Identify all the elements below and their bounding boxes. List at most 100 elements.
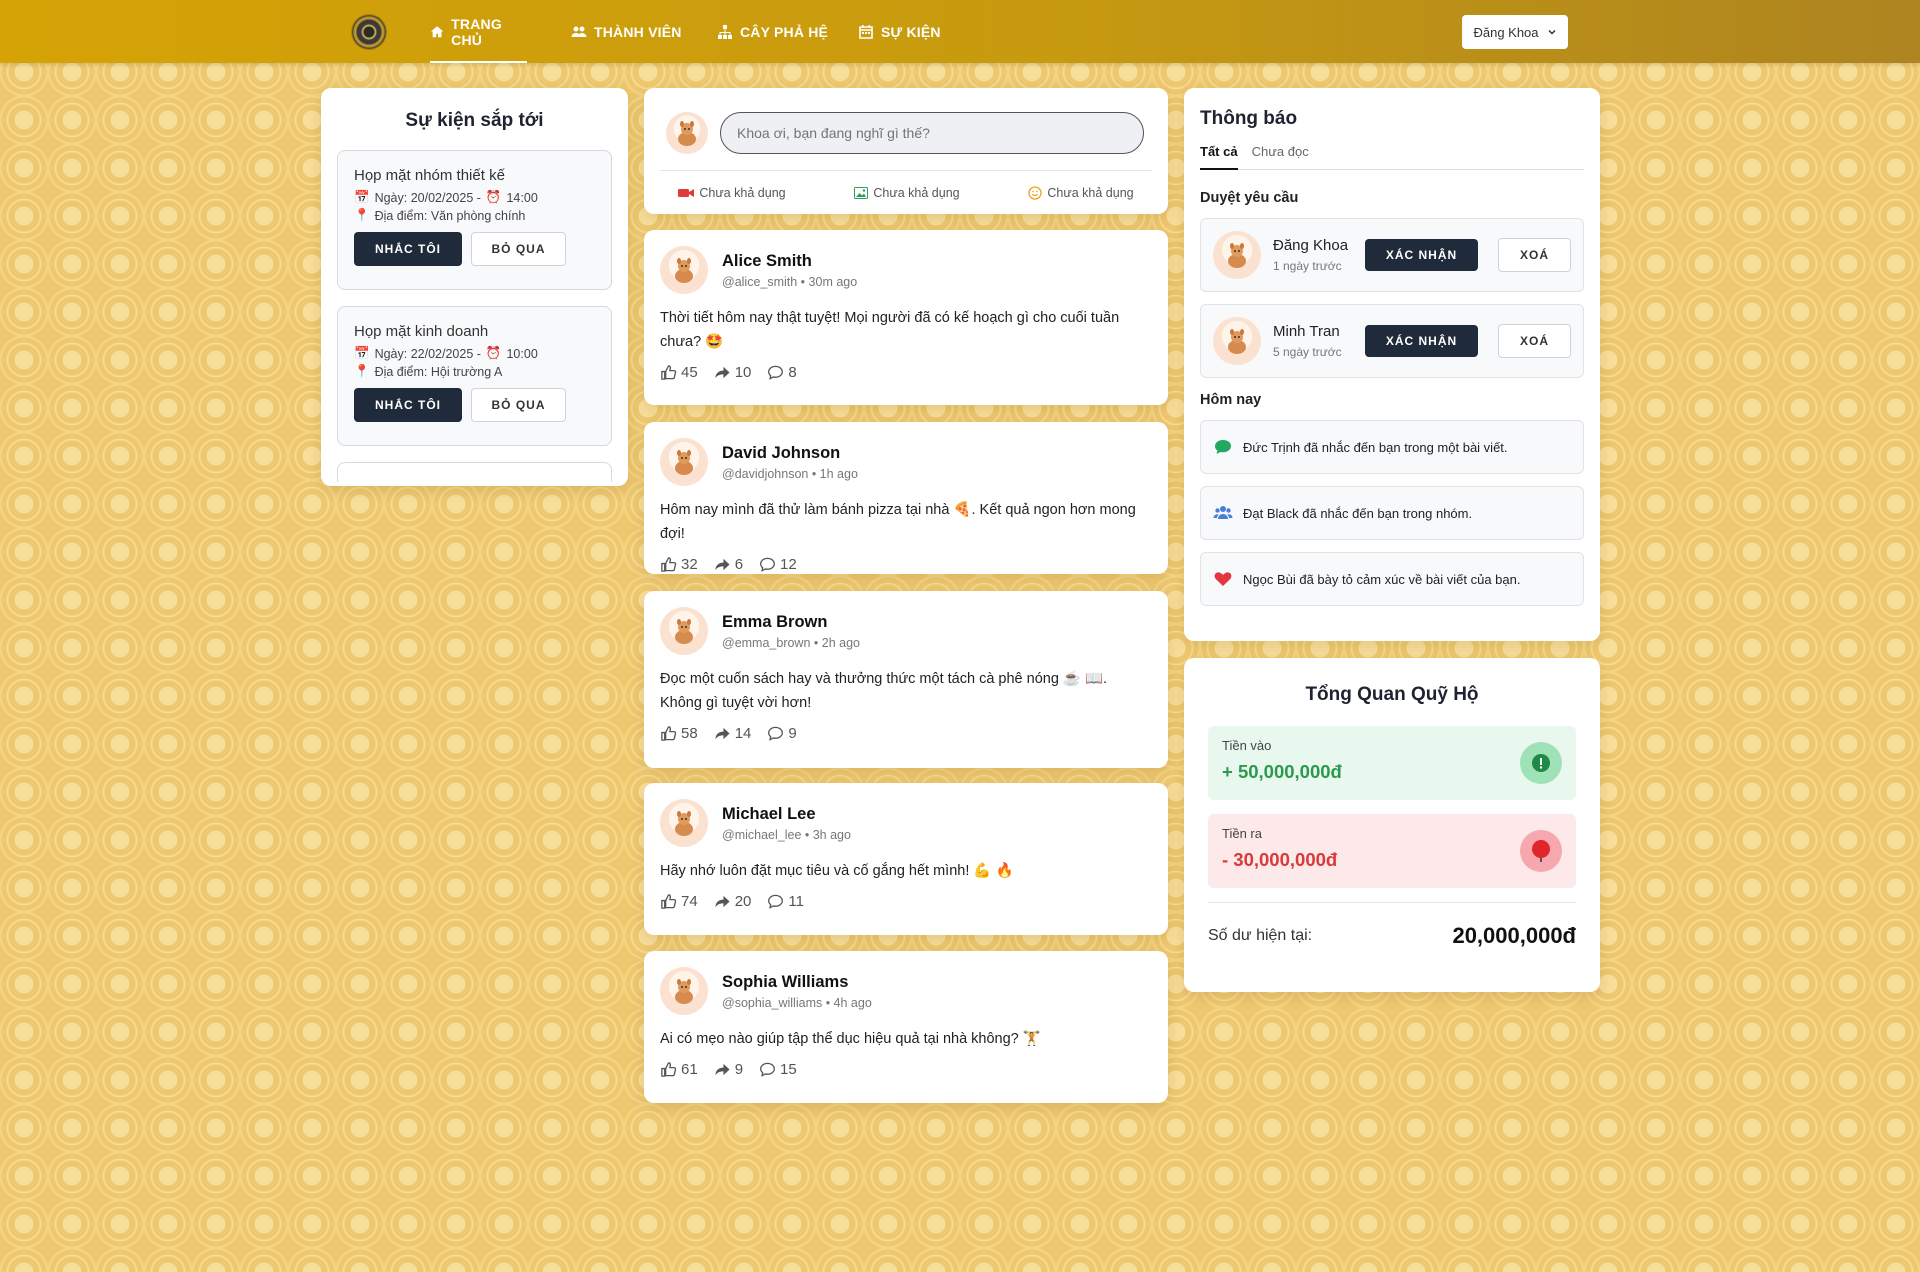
post-body: Hôm nay mình đã thử làm bánh pizza tại n…: [660, 502, 1136, 542]
balance-value: 20,000,000đ: [1452, 923, 1576, 948]
feeling-action[interactable]: Chưa khả dụng: [1028, 186, 1134, 200]
event-title: Họp mặt kinh doanh: [354, 323, 489, 340]
family-fund-panel: Tổng Quan Quỹ Hộ Tiền vào + 50,000,000đ …: [1184, 658, 1600, 992]
events-title: Sự kiện sắp tới: [405, 110, 544, 131]
post-card: Sophia Williams @sophia_williams • 4h ago…: [644, 951, 1168, 1103]
nav-family-tree-label: CÂY PHẢ HỆ: [740, 23, 829, 40]
notification-item[interactable]: Ngọc Bùi đã bày tỏ cảm xúc về bài viết c…: [1200, 552, 1584, 606]
fund-title: Tổng Quan Quỹ Hộ: [1305, 684, 1479, 705]
notification-item[interactable]: Đạt Black đã nhắc đến bạn trong nhóm.: [1200, 486, 1584, 540]
video-action-label: Chưa khả dụng: [699, 186, 786, 200]
share-button[interactable]: 6: [714, 556, 743, 573]
squirrel-avatar-icon: [678, 121, 696, 146]
squirrel-avatar-icon: [675, 619, 693, 644]
home-icon: [430, 25, 444, 37]
comment-icon: [768, 365, 784, 380]
request-name: Đăng Khoa: [1273, 237, 1349, 254]
event-card: Họp mặt kinh doanh 📅 Ngày: 22/02/2025 - …: [337, 306, 612, 446]
comment-button[interactable]: 9: [767, 725, 797, 742]
comment-count: 11: [788, 893, 804, 910]
nav-home[interactable]: TRANG CHỦ: [430, 0, 527, 63]
avatar[interactable]: [660, 438, 708, 486]
post-author[interactable]: Sophia Williams: [722, 973, 872, 992]
event-date-line: 📅 Ngày: 22/02/2025 - ⏰ 10:00: [354, 346, 595, 361]
comment-button[interactable]: 11: [767, 893, 804, 910]
confirm-button[interactable]: XÁC NHẬN: [1365, 239, 1478, 271]
post-author[interactable]: Alice Smith: [722, 252, 857, 271]
tab-unread[interactable]: Chưa đọc: [1252, 144, 1309, 169]
nav-members-label: THÀNH VIÊN: [594, 23, 682, 40]
post-author[interactable]: Emma Brown: [722, 613, 860, 632]
photo-action[interactable]: Chưa khả dụng: [854, 186, 960, 200]
event-card-partial: [337, 462, 612, 482]
balance-row: Số dư hiện tại: 20,000,000đ: [1208, 923, 1576, 949]
post-author[interactable]: David Johnson: [722, 444, 858, 463]
share-button[interactable]: 10: [714, 364, 751, 381]
request-name: Minh Tran: [1273, 323, 1340, 340]
like-count: 74: [681, 893, 698, 910]
like-button[interactable]: 61: [660, 1061, 698, 1078]
delete-button[interactable]: XOÁ: [1498, 324, 1571, 358]
nav-home-label: TRANG CHỦ: [451, 15, 502, 48]
delete-button[interactable]: XOÁ: [1498, 238, 1571, 272]
avatar[interactable]: [660, 799, 708, 847]
friend-request: Minh Tran 5 ngày trước XÁC NHẬN XOÁ: [1200, 304, 1584, 378]
avatar[interactable]: [660, 607, 708, 655]
comment-button[interactable]: 12: [759, 556, 797, 573]
balance-label: Số dư hiện tại:: [1208, 927, 1313, 944]
nav-family-tree[interactable]: CÂY PHẢ HỆ: [717, 0, 828, 63]
comment-count: 12: [780, 556, 797, 573]
post-input[interactable]: [720, 112, 1144, 154]
like-button[interactable]: 74: [660, 893, 698, 910]
nav-members[interactable]: THÀNH VIÊN: [571, 0, 682, 63]
share-button[interactable]: 9: [714, 1061, 743, 1078]
post-author[interactable]: Michael Lee: [722, 805, 851, 824]
like-count: 58: [681, 725, 698, 742]
video-action[interactable]: Chưa khả dụng: [678, 186, 786, 200]
income-label: Tiền vào: [1222, 738, 1272, 753]
remind-button[interactable]: NHẮC TÔI: [354, 232, 462, 266]
video-camera-icon: [678, 189, 695, 197]
like-button[interactable]: 32: [660, 556, 698, 573]
heart-icon: [1214, 572, 1232, 586]
nav-events[interactable]: SỰ KIỆN: [858, 0, 941, 63]
share-icon: [715, 727, 730, 740]
thumbs-up-icon: [661, 726, 677, 741]
post-meta: @sophia_williams • 4h ago: [722, 995, 872, 1010]
post-composer: Chưa khả dụng Chưa khả dụng Chưa khả dụn…: [644, 88, 1168, 214]
event-time: 14:00: [506, 190, 538, 205]
calendar-icon: 📅: [354, 346, 370, 360]
event-date: Ngày: 20/02/2025 -: [374, 190, 481, 205]
share-button[interactable]: 14: [714, 725, 751, 742]
tab-all[interactable]: Tất cả: [1200, 144, 1238, 170]
like-button[interactable]: 45: [660, 364, 698, 381]
squirrel-avatar-icon: [1228, 329, 1246, 354]
nav-events-label: SỰ KIỆN: [881, 23, 941, 40]
skip-button[interactable]: BỎ QUA: [471, 232, 566, 266]
event-date-line: 📅 Ngày: 20/02/2025 - ⏰ 14:00: [354, 190, 595, 205]
comment-count: 8: [788, 364, 797, 381]
like-button[interactable]: 58: [660, 725, 698, 742]
comment-button[interactable]: 8: [767, 364, 797, 381]
confirm-button[interactable]: XÁC NHẬN: [1365, 325, 1478, 357]
request-time: 1 ngày trước: [1273, 259, 1342, 273]
logo[interactable]: [352, 15, 386, 49]
share-button[interactable]: 20: [714, 893, 751, 910]
avatar[interactable]: [660, 246, 708, 294]
remind-button[interactable]: NHẮC TÔI: [354, 388, 462, 422]
upcoming-events-panel: Sự kiện sắp tới Họp mặt nhóm thiết kế 📅 …: [321, 88, 628, 486]
user-dropdown[interactable]: Đăng Khoa: [1462, 15, 1568, 49]
expense-icon: [1520, 830, 1562, 872]
post-card: Emma Brown @emma_brown • 2h ago Đọc một cu…: [644, 591, 1168, 768]
event-title: Họp mặt nhóm thiết kế: [354, 167, 505, 184]
skip-button[interactable]: BỎ QUA: [471, 388, 566, 422]
post-body: Ai có mẹo nào giúp tập thể dục hiệu quả …: [660, 1031, 1041, 1047]
friend-request: Đăng Khoa 1 ngày trước XÁC NHẬN XOÁ: [1200, 218, 1584, 292]
event-card: Họp mặt nhóm thiết kế 📅 Ngày: 20/02/2025…: [337, 150, 612, 290]
avatar[interactable]: [660, 967, 708, 1015]
comment-button[interactable]: 15: [759, 1061, 797, 1078]
notifications-title: Thông báo: [1200, 108, 1298, 129]
divider: [660, 170, 1152, 171]
notification-item[interactable]: Đức Trịnh đã nhắc đến bạn trong một bài …: [1200, 420, 1584, 474]
event-time: 10:00: [506, 346, 538, 361]
